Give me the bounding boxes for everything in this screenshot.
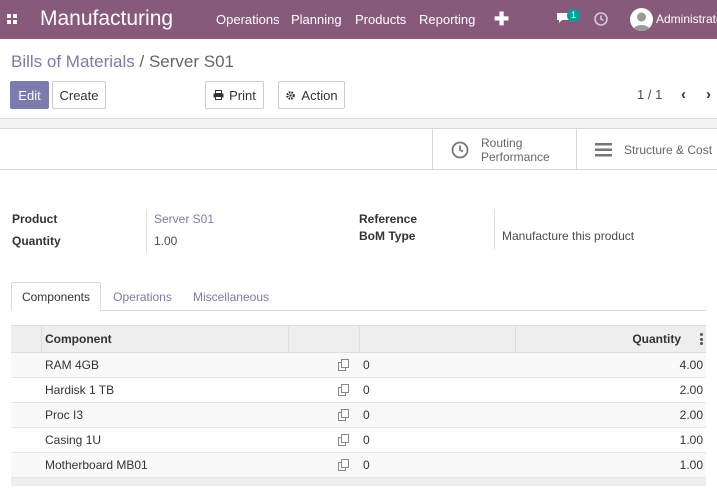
component-quantity: 1.00 <box>679 433 703 447</box>
table-row[interactable]: Casing 1U 0 1.00 <box>11 428 706 453</box>
components-table: Component Quantity RAM 4GB 0 4.00 Hardis… <box>11 325 706 486</box>
clock-icon <box>451 141 469 158</box>
breadcrumb-parent-link[interactable]: Bills of Materials <box>11 52 135 71</box>
component-name: Motherboard MB01 <box>45 458 148 472</box>
component-name: RAM 4GB <box>45 358 100 372</box>
pager-value[interactable]: 1 / 1 <box>637 87 662 102</box>
quantity-label: Quantity <box>12 234 61 248</box>
apps-grid-icon[interactable] <box>7 14 17 24</box>
product-field[interactable]: Server S01 <box>154 212 214 226</box>
bars-icon <box>595 142 612 156</box>
bom-type-field[interactable]: Manufacture this product <box>502 229 634 243</box>
field-divider <box>494 209 495 249</box>
component-count: 0 <box>363 458 370 472</box>
print-button[interactable]: Print <box>205 81 264 109</box>
sheet-background <box>0 119 717 129</box>
component-count: 0 <box>363 383 370 397</box>
component-name: Casing 1U <box>45 433 102 447</box>
column-separator <box>288 326 289 352</box>
menu-planning[interactable]: Planning <box>291 12 342 27</box>
component-quantity: 1.00 <box>679 458 703 472</box>
bom-type-label: BoM Type <box>359 229 416 243</box>
clock-icon[interactable] <box>594 12 608 26</box>
smart-button-box: Routing Performance Structure & Cost <box>0 129 717 170</box>
component-name: Hardisk 1 TB <box>45 383 115 397</box>
breadcrumb-current: Server S01 <box>148 52 234 71</box>
create-button-label: Create <box>59 87 99 103</box>
action-button[interactable]: Action <box>278 81 345 109</box>
routing-label-line1: Routing <box>481 135 523 150</box>
reference-label: Reference <box>359 212 418 226</box>
app-title[interactable]: Manufacturing <box>40 7 173 31</box>
menu-reporting[interactable]: Reporting <box>419 12 475 27</box>
table-footer <box>11 478 706 486</box>
copy-icon[interactable] <box>338 384 350 396</box>
component-quantity: 4.00 <box>679 358 703 372</box>
component-name: Proc I3 <box>45 408 84 422</box>
tab-operations[interactable]: Operations <box>105 282 180 311</box>
top-navbar: Manufacturing Operations Planning Produc… <box>0 0 717 39</box>
product-label: Product <box>12 212 58 226</box>
routing-performance-button[interactable]: Routing Performance <box>432 129 577 170</box>
component-count: 0 <box>363 358 370 372</box>
create-button[interactable]: Create <box>52 81 106 109</box>
breadcrumb: Bills of Materials / Server S01 <box>11 52 234 72</box>
user-name[interactable]: Administrator <box>656 12 717 26</box>
table-row[interactable]: RAM 4GB 0 4.00 <box>11 353 706 378</box>
quick-create-plus-icon[interactable]: ✚ <box>494 9 509 30</box>
table-row[interactable]: Hardisk 1 TB 0 2.00 <box>11 378 706 403</box>
tab-components[interactable]: Components <box>11 282 101 311</box>
table-row[interactable]: Motherboard MB01 0 1.00 <box>11 453 706 478</box>
action-button-label: Action <box>301 87 338 103</box>
pager-next-icon[interactable]: › <box>706 86 711 103</box>
chat-count-badge: 1 <box>567 9 581 22</box>
column-separator <box>359 326 360 352</box>
structure-cost-button[interactable]: Structure & Cost <box>576 129 717 170</box>
column-separator <box>515 326 516 352</box>
component-quantity: 2.00 <box>679 383 703 397</box>
pager-previous-icon[interactable]: ‹ <box>681 86 686 103</box>
table-row[interactable]: Proc I3 0 2.00 <box>11 403 706 428</box>
routing-label-line2: Performance <box>481 149 550 164</box>
gear-icon <box>286 90 296 100</box>
field-divider <box>146 209 147 253</box>
table-header: Component Quantity <box>11 325 706 353</box>
tab-miscellaneous[interactable]: Miscellaneous <box>186 282 276 311</box>
copy-icon[interactable] <box>338 359 350 371</box>
column-separator <box>41 326 42 352</box>
structure-cost-label: Structure & Cost <box>624 142 713 157</box>
user-avatar[interactable] <box>630 8 653 31</box>
print-icon <box>213 90 224 100</box>
quantity-field[interactable]: 1.00 <box>154 234 177 248</box>
component-count: 0 <box>363 433 370 447</box>
edit-button[interactable]: Edit <box>10 81 49 109</box>
print-button-label: Print <box>229 87 256 103</box>
edit-button-label: Edit <box>18 87 41 103</box>
component-column-header[interactable]: Component <box>45 326 112 352</box>
copy-icon[interactable] <box>338 434 350 446</box>
component-count: 0 <box>363 408 370 422</box>
copy-icon[interactable] <box>338 409 350 421</box>
menu-operations[interactable]: Operations <box>216 12 280 27</box>
quantity-column-header[interactable]: Quantity <box>632 326 681 352</box>
menu-products[interactable]: Products <box>355 12 406 27</box>
breadcrumb-separator: / <box>134 52 149 71</box>
copy-icon[interactable] <box>338 459 350 471</box>
kebab-icon[interactable] <box>700 333 703 345</box>
component-quantity: 2.00 <box>679 408 703 422</box>
